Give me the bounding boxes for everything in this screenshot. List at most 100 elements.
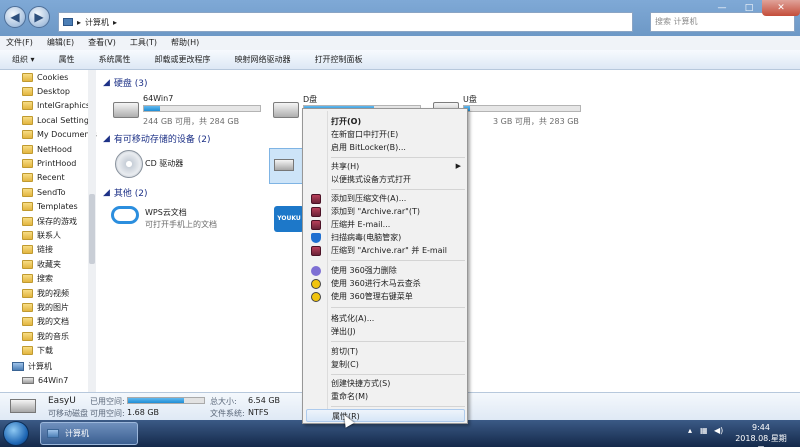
menu-item-add-archive-rar[interactable]: 添加到 "Archive.rar"(T): [331, 205, 465, 218]
details-total-value: 6.54 GB: [248, 396, 281, 405]
sidebar-item-templates[interactable]: Templates: [22, 199, 78, 213]
folder-icon: [22, 144, 33, 154]
command-bar: 组织 ▾ 属性 系统属性 卸载或更改程序 映射网络驱动器 打开控制面板: [0, 50, 800, 70]
menu-edit[interactable]: 编辑(E): [47, 36, 74, 50]
drive-usage-bar: [463, 105, 581, 112]
start-button[interactable]: [3, 421, 29, 446]
group-header-removable[interactable]: ◢ 有可移动存储的设备 (2): [103, 132, 211, 146]
menu-item-add-to-archive[interactable]: 添加到压缩文件(A)...: [331, 192, 465, 205]
back-arrow-icon[interactable]: ◀: [4, 6, 26, 28]
sidebar-item-favorites[interactable]: 收藏夹: [22, 257, 61, 271]
collapse-icon[interactable]: ◢: [103, 134, 110, 144]
sidebar-item-my-music[interactable]: 我的音乐: [22, 329, 69, 343]
menu-help[interactable]: 帮助(H): [171, 36, 199, 50]
volume-icon[interactable]: ◀): [714, 426, 723, 435]
breadcrumb-item[interactable]: 计算机: [85, 17, 109, 28]
system-properties-button[interactable]: 系统属性: [99, 50, 131, 70]
menu-item-properties[interactable]: 属性(R): [306, 409, 465, 422]
sidebar-item-label: 搜索: [37, 273, 53, 283]
wps-cloud-name[interactable]: WPS云文档: [145, 207, 187, 218]
taskbar-clock[interactable]: 9:44 2018.08.星期二: [732, 422, 790, 447]
menu-file[interactable]: 文件(F): [6, 36, 33, 50]
sidebar-item-label: 64Win7: [38, 375, 69, 385]
group-header-hdd[interactable]: ◢ 硬盘 (3): [103, 76, 148, 90]
menu-tools[interactable]: 工具(T): [130, 36, 157, 50]
sidebar-item-saved-games[interactable]: 保存的游戏: [22, 214, 77, 228]
forward-arrow-icon[interactable]: ▶: [28, 6, 50, 28]
folder-icon: [22, 129, 33, 139]
folder-icon: [22, 86, 33, 96]
sidebar-item-downloads[interactable]: 下载: [22, 343, 53, 357]
close-button[interactable]: ✕: [762, 0, 800, 16]
sidebar-item-label: SendTo: [37, 187, 66, 197]
menu-item-format[interactable]: 格式化(A)...: [331, 312, 465, 325]
uninstall-program-button[interactable]: 卸载或更改程序: [155, 50, 211, 70]
sidebar-item-cookies[interactable]: Cookies: [22, 70, 68, 84]
menu-view[interactable]: 查看(V): [88, 36, 116, 50]
group-header-other[interactable]: ◢ 其他 (2): [103, 186, 148, 200]
menu-item-bitlocker[interactable]: 启用 BitLocker(B)...: [331, 141, 465, 154]
menu-item-rename[interactable]: 重命名(M): [331, 390, 465, 403]
sidebar-item-computer[interactable]: 计算机: [12, 359, 52, 373]
sidebar-item-64win7[interactable]: 64Win7: [22, 373, 68, 387]
menu-item-eject[interactable]: 弹出(J): [331, 325, 465, 338]
sidebar-item-intelgraphics[interactable]: IntelGraphicsP: [22, 98, 95, 112]
sidebar-item-my-docs[interactable]: 我的文档: [22, 314, 69, 328]
sidebar-item-sendto[interactable]: SendTo: [22, 185, 66, 199]
folder-icon: [22, 216, 33, 226]
menu-item-open-new-window[interactable]: 在新窗口中打开(E): [331, 128, 465, 141]
cd-drive-icon[interactable]: [115, 150, 143, 178]
menu-item-compress-email[interactable]: 压缩并 E-mail...: [331, 218, 465, 231]
organize-button[interactable]: 组织 ▾: [12, 50, 35, 70]
sidebar-item-my-videos[interactable]: 我的视频: [22, 286, 69, 300]
tray-expand-icon[interactable]: ▴: [688, 426, 692, 435]
open-control-panel-button[interactable]: 打开控制面板: [315, 50, 363, 70]
details-fs-value: NTFS: [248, 408, 269, 417]
navigation-pane: Cookies Desktop IntelGraphicsP Local Set…: [0, 70, 97, 392]
sidebar-item-desktop[interactable]: Desktop: [22, 84, 70, 98]
sidebar-item-nethood[interactable]: NetHood: [22, 142, 72, 156]
menu-item-360-trojan-scan[interactable]: 使用 360进行木马云查杀: [331, 277, 465, 290]
maximize-button[interactable]: □: [736, 0, 762, 16]
menu-item-open[interactable]: 打开(O): [331, 115, 465, 128]
sidebar-item-my-pictures[interactable]: 我的图片: [22, 300, 69, 314]
sidebar-item-label: 链接: [37, 244, 53, 254]
sidebar-item-contacts[interactable]: 联系人: [22, 228, 61, 242]
winrar-icon: [311, 246, 321, 256]
properties-button[interactable]: 属性: [59, 50, 75, 70]
minimize-button[interactable]: —: [708, 0, 736, 16]
cd-drive-label[interactable]: CD 驱动器: [145, 158, 183, 169]
folder-icon: [22, 316, 33, 326]
shield-icon: [311, 233, 321, 243]
sidebar-item-printhood[interactable]: PrintHood: [22, 156, 76, 170]
sidebar-item-label: 我的文档: [37, 316, 69, 326]
submenu-arrow-icon: ▶: [455, 162, 461, 170]
sidebar-item-local-settings[interactable]: Local Settings: [22, 113, 93, 127]
address-bar[interactable]: ▸ 计算机 ▸: [58, 12, 633, 32]
menu-item-create-shortcut[interactable]: 创建快捷方式(S): [331, 377, 465, 390]
folder-icon: [22, 115, 33, 125]
menu-item-copy[interactable]: 复制(C): [331, 358, 465, 371]
taskbar-button-computer[interactable]: 计算机: [40, 422, 138, 445]
sidebar-item-label: Desktop: [37, 86, 70, 96]
menu-item-360-menu-manager[interactable]: 使用 360管理右键菜单: [331, 290, 465, 303]
menu-item-compress-archive-email[interactable]: 压缩到 "Archive.rar" 并 E-mail: [331, 244, 465, 257]
drive-64win7[interactable]: 64Win7 244 GB 可用，共 284 GB: [113, 94, 263, 130]
sidebar-item-my-documents[interactable]: My Documents: [22, 127, 97, 141]
clock-time: 9:44: [752, 423, 770, 432]
menu-item-share[interactable]: 共享(H) ▶: [331, 160, 465, 173]
sidebar-item-searches[interactable]: 搜索: [22, 271, 53, 285]
wps-cloud-icon[interactable]: [111, 206, 139, 224]
youku-icon[interactable]: YOUKU: [274, 206, 304, 232]
collapse-icon[interactable]: ◢: [103, 188, 110, 198]
map-network-drive-button[interactable]: 映射网络驱动器: [235, 50, 291, 70]
menu-item-360-force-delete[interactable]: 使用 360强力删除: [331, 264, 465, 277]
menu-item-portable-device[interactable]: 以便携式设备方式打开: [331, 173, 465, 186]
sidebar-scrollbar-thumb[interactable]: [89, 194, 95, 264]
menu-item-virus-scan[interactable]: 扫描病毒(电脑管家): [331, 231, 465, 244]
menu-item-cut[interactable]: 剪切(T): [331, 345, 465, 358]
sidebar-item-recent[interactable]: Recent: [22, 170, 65, 184]
network-icon[interactable]: ▦: [700, 426, 708, 435]
collapse-icon[interactable]: ◢: [103, 78, 110, 88]
sidebar-item-links[interactable]: 链接: [22, 242, 53, 256]
